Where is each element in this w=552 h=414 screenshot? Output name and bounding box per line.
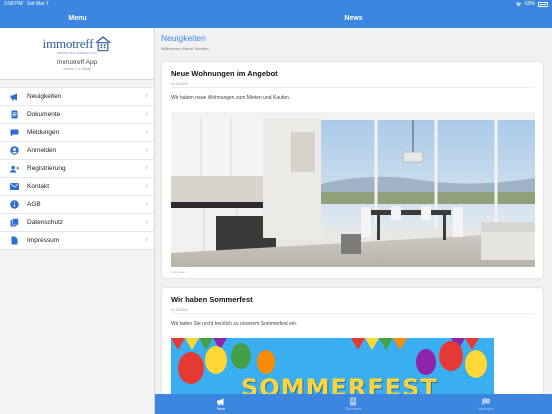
chevron-right-icon: › [145,181,148,190]
status-bar: 3:58 PM Sat Mar 7 69% [0,0,552,9]
app-version: Version 2.1 (Ideal) [62,67,92,71]
chevron-right-icon: › [145,199,148,208]
chevron-right-icon: › [145,235,148,244]
tab-label: Meldungen [477,407,494,411]
document-icon [348,397,358,406]
battery-percent: 69% [524,1,535,7]
status-clock: 3:58 PM [4,1,23,7]
sidebar-item-kontakt[interactable]: Kontakt › [0,178,154,196]
chevron-right-icon: › [145,109,148,118]
news-title: News [344,15,363,22]
card-divider [171,313,534,314]
sidebar-item-datenschutz[interactable]: Datenschutz › [0,214,154,232]
top-bar: 3:58 PM Sat Mar 7 69% Menu News [0,0,552,28]
page-icon [10,236,19,245]
document-icon [10,110,19,119]
sidebar-item-label: Meldungen [27,129,60,136]
sidebar-item-label: Anmelden [27,147,57,154]
chat-bubble-icon [481,397,491,406]
info-icon [10,200,19,209]
app-name: Immotreff App [56,59,98,66]
sidebar-item-label: Kontakt [27,183,50,190]
chevron-right-icon: › [145,91,148,100]
logo-subtitle: IMMOBILIEN-VERWALTUNG [56,52,98,55]
cards-icon [10,218,19,227]
card-title: Wir haben Sommerfest [171,295,253,304]
sidebar-item-impressum[interactable]: Impressum › [0,232,154,250]
apartment-photo [171,112,535,267]
sidebar-item-agb[interactable]: AGB › [0,196,154,214]
sidebar-item-label: Dokumente [27,111,61,118]
chevron-right-icon: › [145,145,148,154]
sidebar-item-meldungen[interactable]: Meldungen › [0,124,154,142]
sidebar-item-neuigkeiten[interactable]: Neuigkeiten › [0,88,154,106]
megaphone-icon [10,92,19,101]
house-logo-icon [95,36,111,52]
chevron-right-icon: › [145,127,148,136]
sidebar-item-registrierung[interactable]: Registrierung › [0,160,154,178]
sidebar-menu: Neuigkeiten › Dokumente › Meldungen › An… [0,87,154,250]
sidebar-item-label: Impressum [27,237,60,244]
banner-text: SOMMERFEST [241,374,438,394]
card-date: 01.03.2020 [171,308,188,312]
tab-news[interactable]: News [155,394,287,414]
welcome-text: Willkommen, Marcel Tschofen [161,47,209,51]
status-right: 69% [515,0,548,9]
sidebar-item-label: Datenschutz [27,219,64,226]
user-icon [10,146,19,155]
card-text: Wir haben neue Wohnungen zum Mieten und … [171,95,291,101]
status-date: Sat Mar 7 [27,1,49,7]
battery-icon [538,2,548,7]
tab-meldungen[interactable]: Meldungen [420,394,552,414]
megaphone-icon [216,397,226,406]
card-text: Wir laden Sie recht herzlich zu unserem … [171,321,298,327]
tab-bar: News Dokumente Meldungen [155,394,552,414]
chevron-right-icon: › [145,217,148,226]
status-time: 3:58 PM Sat Mar 7 [4,0,49,9]
chat-bubble-icon [10,128,19,137]
sidebar-item-label: Neuigkeiten [27,93,62,100]
news-card[interactable]: Wir haben Sommerfest 01.03.2020 Wir lade… [161,287,544,394]
add-user-icon [10,164,19,173]
wifi-icon [515,2,522,7]
tab-dokumente[interactable]: Dokumente [287,394,419,414]
sidebar-item-anmelden[interactable]: Anmelden › [0,142,154,160]
sidebar-item-label: Registrierung [27,165,66,172]
sidebar: immotreff IMMOBILIEN-VERWALTUNG Immotref… [0,28,155,414]
sidebar-item-dokumente[interactable]: Dokumente › [0,106,154,124]
card-title: Neue Wohnungen im Angebot [171,69,278,78]
sidebar-item-label: AGB [27,201,41,208]
tab-label: Dokumente [345,407,362,411]
card-caption: mehr lesen [171,270,186,274]
chevron-right-icon: › [145,163,148,172]
envelope-icon [10,182,19,191]
tab-label: News [217,407,226,411]
news-card[interactable]: Neue Wohnungen im Angebot 01.03.2020 Wir… [161,61,544,279]
menu-title: Menu [68,15,87,22]
card-divider [171,87,534,88]
card-date: 01.03.2020 [171,82,188,86]
section-title: Neuigkeiten [161,33,206,43]
logo: immotreff [0,35,154,52]
sommerfest-banner: SOMMERFEST [171,338,494,394]
logo-text: immotreff [42,36,94,51]
brand-header: immotreff IMMOBILIEN-VERWALTUNG Immotref… [0,28,154,80]
news-content[interactable]: Neuigkeiten Willkommen, Marcel Tschofen … [155,28,552,394]
